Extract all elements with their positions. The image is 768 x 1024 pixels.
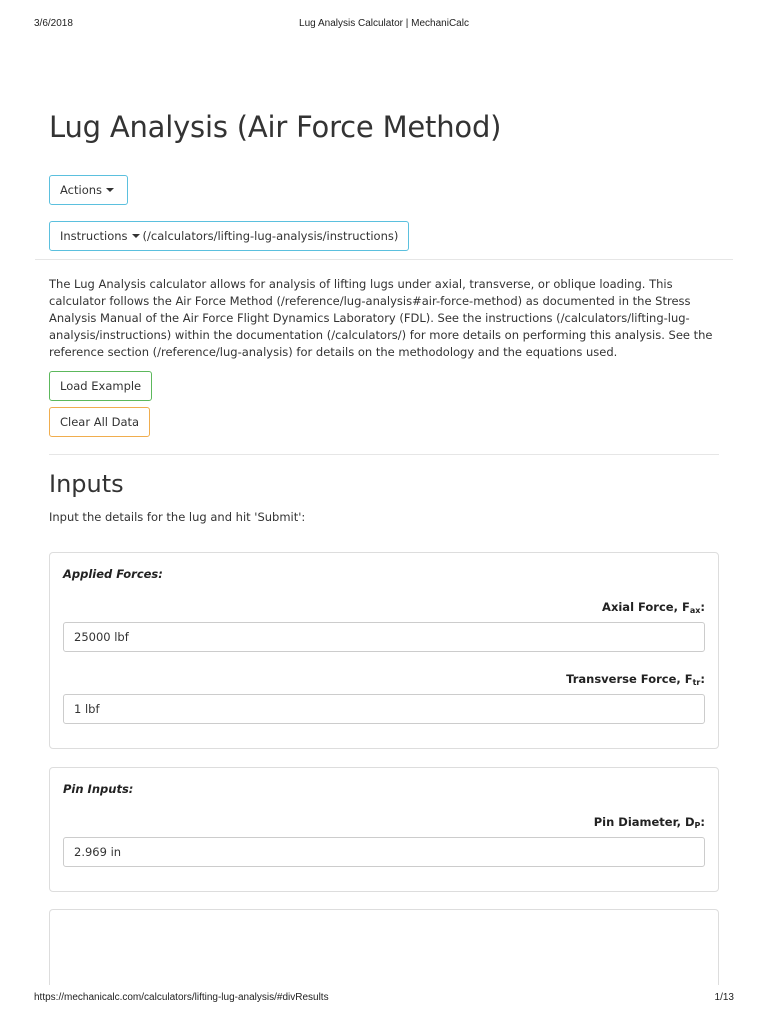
print-title: Lug Analysis Calculator | MechaniCalc xyxy=(299,18,469,29)
clear-all-data-label: Clear All Data xyxy=(60,415,140,429)
pin-inputs-panel: Pin Inputs: Pin Diameter, DP: 2.969 in xyxy=(49,767,719,892)
axial-force-value: 25000 lbf xyxy=(74,630,129,644)
pin-diameter-value: 2.969 in xyxy=(74,845,122,859)
load-example-label: Load Example xyxy=(60,379,142,393)
clear-all-data-button[interactable]: Clear All Data xyxy=(49,407,151,437)
print-url: https://mechanicalc.com/calculators/lift… xyxy=(34,992,329,1003)
pin-inputs-heading: Pin Inputs: xyxy=(63,782,134,796)
intro-paragraph: The Lug Analysis calculator allows for a… xyxy=(49,277,713,359)
caret-down-icon xyxy=(106,188,115,192)
axial-force-input[interactable]: 25000 lbf xyxy=(63,622,705,652)
caret-down-icon xyxy=(131,234,140,238)
print-header: 3/6/2018 Lug Analysis Calculator | Mecha… xyxy=(34,18,734,32)
instructions-link-text: (/calculators/lifting-lug-analysis/instr… xyxy=(142,229,399,243)
divider xyxy=(49,454,719,455)
pin-diameter-label: Pin Diameter, DP: xyxy=(593,815,705,830)
pin-diameter-subscript: P xyxy=(694,821,701,830)
next-input-panel xyxy=(49,909,719,985)
applied-forces-heading: Applied Forces: xyxy=(63,567,163,581)
transverse-force-label: Transverse Force, Ftr: xyxy=(566,672,705,687)
instructions-label: Instructions xyxy=(60,229,128,243)
axial-force-subscript: ax xyxy=(689,606,701,615)
load-example-button[interactable]: Load Example xyxy=(49,371,153,401)
inputs-section-title: Inputs xyxy=(49,470,124,498)
page-title: Lug Analysis (Air Force Method) xyxy=(49,110,502,144)
inputs-section-subtitle: Input the details for the lug and hit 'S… xyxy=(49,510,306,524)
actions-dropdown-button[interactable]: Actions xyxy=(49,175,129,205)
pin-diameter-input[interactable]: 2.969 in xyxy=(63,837,705,867)
instructions-dropdown-button[interactable]: Instructions (/calculators/lifting-lug-a… xyxy=(49,221,410,251)
actions-label: Actions xyxy=(60,183,103,197)
transverse-force-input[interactable]: 1 lbf xyxy=(63,694,705,724)
transverse-force-value: 1 lbf xyxy=(74,702,100,716)
transverse-force-subscript: tr xyxy=(692,678,701,687)
print-page-number: 1/13 xyxy=(714,992,734,1003)
print-footer: https://mechanicalc.com/calculators/lift… xyxy=(34,992,734,1006)
divider xyxy=(35,259,733,260)
axial-force-label: Axial Force, Fax: xyxy=(602,600,705,615)
applied-forces-panel: Applied Forces: Axial Force, Fax: 25000 … xyxy=(49,552,719,749)
